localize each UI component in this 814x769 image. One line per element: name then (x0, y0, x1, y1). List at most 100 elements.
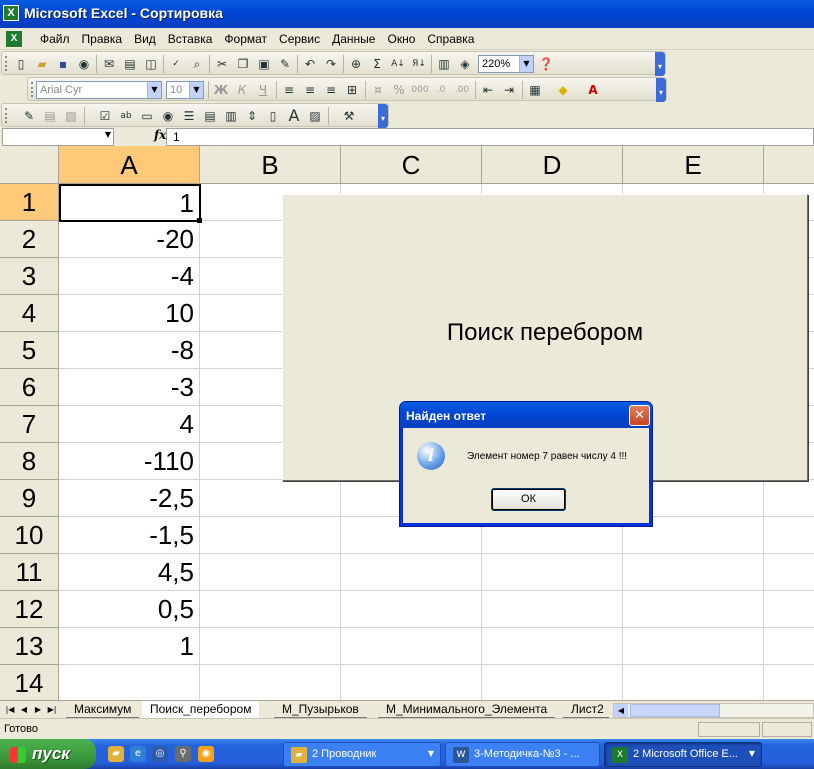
chart-wizard-icon[interactable]: ▥ (435, 55, 453, 73)
currency-icon[interactable]: ¤ (369, 81, 387, 99)
cell-a3[interactable]: -4 (59, 258, 200, 295)
next-sheet-icon[interactable]: ▶ (32, 703, 44, 717)
paste-icon[interactable]: ▣ (255, 55, 273, 73)
cell-e11[interactable] (623, 554, 764, 591)
listbox-control-icon[interactable]: ☰ (180, 107, 198, 125)
print-preview-icon[interactable]: ◫ (142, 55, 160, 73)
horizontal-scrollbar[interactable]: ◀ (613, 703, 814, 718)
chevron-down-icon[interactable]: ▼ (189, 82, 203, 98)
combobox-control-icon[interactable]: ▤ (201, 107, 219, 125)
redo-icon[interactable]: ↷ (322, 55, 340, 73)
cell-a7[interactable]: 4 (59, 406, 200, 443)
row-header-3[interactable]: 3 (0, 258, 59, 295)
app-quicklaunch-icon[interactable]: ◉ (198, 746, 214, 762)
task-word[interactable]: W 3-Методичка-№3 - ... (445, 742, 600, 767)
bold-button[interactable]: Ж (212, 81, 230, 99)
cell-a12[interactable]: 0,5 (59, 591, 200, 628)
option-button-icon[interactable]: ◉ (159, 107, 177, 125)
checkbox-control-icon[interactable]: ☑ (96, 107, 114, 125)
row-header-4[interactable]: 4 (0, 295, 59, 332)
cell-b14[interactable] (200, 665, 341, 700)
row-header-2[interactable]: 2 (0, 221, 59, 258)
increase-decimal-icon[interactable]: .0 (432, 81, 450, 99)
toolbar-grip[interactable] (31, 82, 34, 97)
increase-indent-icon[interactable]: ⇥ (500, 81, 518, 99)
print-icon[interactable]: ▤ (121, 55, 139, 73)
sheet-tab-maximum[interactable]: Максимум (66, 701, 140, 718)
align-center-icon[interactable]: ≡ (301, 81, 319, 99)
sort-descending-icon[interactable]: Я↓ (410, 55, 428, 73)
menu-tools[interactable]: Сервис (273, 31, 326, 47)
sheet-tab-search[interactable]: Поиск_перебором (142, 701, 260, 718)
cell-c12[interactable] (341, 591, 482, 628)
cell-e12[interactable] (623, 591, 764, 628)
cell-c13[interactable] (341, 628, 482, 665)
new-icon[interactable]: ▯ (12, 55, 30, 73)
help-icon[interactable]: ❓ (537, 55, 555, 73)
insert-function-icon[interactable]: fx (154, 128, 166, 142)
cell-c14[interactable] (341, 665, 482, 700)
last-sheet-icon[interactable]: ▶| (46, 703, 58, 717)
menu-data[interactable]: Данные (326, 31, 381, 47)
cell-d13[interactable] (482, 628, 623, 665)
cell-f13[interactable] (764, 628, 814, 665)
column-header-a[interactable]: A (59, 146, 200, 184)
menu-insert[interactable]: Вставка (162, 31, 219, 47)
row-header-5[interactable]: 5 (0, 332, 59, 369)
row-header-11[interactable]: 11 (0, 554, 59, 591)
ok-button[interactable]: ОК (491, 488, 566, 511)
row-header-14[interactable]: 14 (0, 665, 59, 700)
row-header-9[interactable]: 9 (0, 480, 59, 517)
row-header-12[interactable]: 12 (0, 591, 59, 628)
cell-a9[interactable]: -2,5 (59, 480, 200, 517)
cell-b10[interactable] (200, 517, 341, 554)
close-icon[interactable]: ✕ (629, 405, 650, 426)
scrollbar-control-icon[interactable]: ▯ (264, 107, 282, 125)
cell-b9[interactable] (200, 480, 341, 517)
toolbar-grip[interactable] (5, 108, 8, 123)
sheet-tab-sheet2[interactable]: Лист2 (563, 701, 609, 718)
cell-d12[interactable] (482, 591, 623, 628)
menu-edit[interactable]: Правка (76, 31, 129, 47)
cell-a11[interactable]: 4,5 (59, 554, 200, 591)
spin-button-icon[interactable]: ⇕ (243, 107, 261, 125)
cell-a1[interactable]: 1 (59, 184, 201, 222)
internet-explorer-icon[interactable]: e (130, 746, 146, 762)
spelling-icon[interactable]: ✓ (167, 55, 185, 73)
column-header-d[interactable]: D (482, 146, 623, 184)
menu-file[interactable]: Файл (34, 31, 76, 47)
permission-icon[interactable]: ◉ (75, 55, 93, 73)
column-header-b[interactable]: B (200, 146, 341, 184)
row-header-7[interactable]: 7 (0, 406, 59, 443)
cell-f12[interactable] (764, 591, 814, 628)
image-control-icon[interactable]: ▨ (306, 107, 324, 125)
cell-a6[interactable]: -3 (59, 369, 200, 406)
workbook-icon[interactable]: X (6, 31, 22, 47)
folder-quicklaunch-icon[interactable]: ▰ (108, 746, 124, 762)
media-icon[interactable]: ◎ (152, 746, 168, 762)
chevron-down-icon[interactable]: ▼ (749, 749, 755, 758)
row-header-8[interactable]: 8 (0, 443, 59, 480)
cell-f9[interactable] (764, 480, 814, 517)
chevron-down-icon[interactable]: ▼ (105, 130, 111, 139)
thousands-icon[interactable]: 000 (411, 81, 429, 99)
menu-view[interactable]: Вид (128, 31, 162, 47)
percent-icon[interactable]: % (390, 81, 408, 99)
name-box[interactable]: ▼ (2, 128, 114, 146)
drawing-icon[interactable]: ◈ (456, 55, 474, 73)
cell-a14[interactable] (59, 665, 200, 700)
font-size-combo[interactable]: 10 ▼ (166, 81, 204, 99)
cell-a8[interactable]: -110 (59, 443, 200, 480)
copy-icon[interactable]: ❐ (234, 55, 252, 73)
align-left-icon[interactable]: ≡ (280, 81, 298, 99)
row-header-6[interactable]: 6 (0, 369, 59, 406)
sheet-tab-bubble[interactable]: М_Пузырьков (274, 701, 367, 718)
menu-format[interactable]: Формат (218, 31, 273, 47)
align-right-icon[interactable]: ≡ (322, 81, 340, 99)
zoom-combo[interactable]: 220% ▼ (478, 55, 534, 73)
chevron-down-icon[interactable]: ▼ (147, 82, 161, 98)
toggle-button-icon[interactable]: ▥ (222, 107, 240, 125)
row-header-10[interactable]: 10 (0, 517, 59, 554)
toolbar-grip[interactable] (5, 56, 8, 71)
decrease-decimal-icon[interactable]: .00 (453, 81, 471, 99)
